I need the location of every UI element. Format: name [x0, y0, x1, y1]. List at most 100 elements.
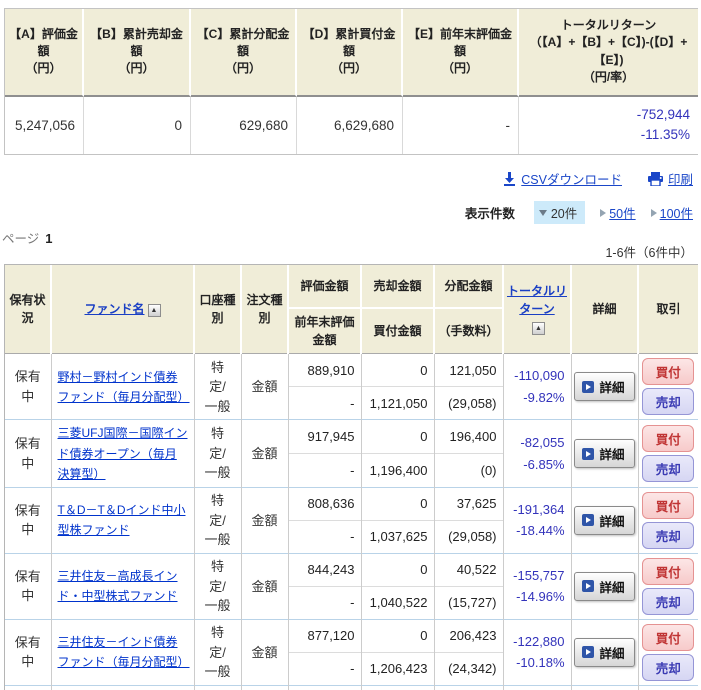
display-count-option-20[interactable]: 20件 — [533, 201, 586, 225]
arrow-right-icon — [600, 208, 607, 217]
order-type: 金額 — [241, 419, 289, 488]
buy-amount: 1,040,522 — [361, 585, 435, 620]
buy-amount: 1,037,625 — [361, 519, 435, 554]
header-order-type: 注文種別 — [241, 265, 289, 355]
detail-button[interactable]: 詳細 — [574, 372, 635, 402]
order-type: 金額 — [241, 486, 289, 554]
summary-table: 【A】評価金額 （円） 【B】累計売却金額 （円） 【C】累計分配金額 （円） 【D】… — [4, 8, 698, 156]
sell-amount: 0 — [361, 419, 435, 454]
detail-arrow-icon — [582, 514, 595, 527]
prev-year-eval-amount: - — [288, 386, 362, 420]
fund-name-cell: T＆D－T＆Dインド中小型株ファンド — [51, 486, 195, 554]
dist-amount: 40,522 — [434, 552, 504, 587]
eval-amount: 844,243 — [288, 552, 362, 587]
trade-cell: 買付 売却 — [638, 486, 698, 554]
funds-table: 保有状況 ファンド名 ▲ 口座種別 注文種別 評価金額 売却金額 分配金額 トータ… — [4, 264, 698, 690]
fund-name-cell: 三井住友－インド債券ファンド（毎月分配型） — [51, 618, 195, 686]
eval-amount: 877,120 — [288, 618, 362, 653]
fund-row: 保有中 イーストスプリ－イーストスプリング・インド消費関連ファンド 特定/一般 … — [5, 684, 698, 690]
fund-link[interactable]: 三井住友－高成長インド・中型株式ファンド — [58, 569, 178, 603]
fund-link[interactable]: T＆D－T＆Dインド中小型株ファンド — [58, 503, 186, 537]
summary-total-return-value: -752,944 -11.35% — [519, 96, 698, 155]
summary-header-c: 【C】累計分配金額 （円） — [191, 9, 297, 97]
account-type: 特定/一般 — [194, 618, 242, 686]
detail-arrow-icon — [582, 646, 595, 659]
header-buy-amount: 買付金額 — [361, 308, 435, 355]
order-type: 金額 — [241, 618, 289, 686]
sell-button[interactable]: 売却 — [642, 653, 695, 681]
fund-name-sort-link[interactable]: ファンド名 — [84, 302, 144, 316]
prev-year-eval-amount: - — [288, 519, 362, 554]
print-link[interactable]: 印刷 — [647, 169, 693, 188]
header-prev-year-eval: 前年末評価金額 — [288, 308, 362, 355]
detail-arrow-icon — [582, 580, 595, 593]
total-return-value: -82,055 -6.85% — [503, 419, 572, 488]
detail-arrow-icon — [582, 447, 595, 460]
prev-year-eval-amount: - — [288, 585, 362, 620]
sell-amount: 0 — [361, 353, 435, 387]
sell-button[interactable]: 売却 — [642, 455, 695, 483]
header-detail: 詳細 — [571, 265, 639, 355]
csv-download-link[interactable]: CSVダウンロード — [503, 169, 622, 188]
fund-link[interactable]: 野村－野村インド債券ファンド（毎月分配型） — [58, 370, 190, 404]
total-return-sort-link[interactable]: トータルリターン — [507, 284, 567, 316]
eval-amount: 808,636 — [288, 486, 362, 521]
sort-asc-icon[interactable]: ▲ — [532, 321, 545, 335]
dist-amount: 121,050 — [434, 353, 504, 387]
fund-row: 保有中 三井住友－高成長インド・中型株式ファンド 特定/一般 金額 844,24… — [5, 552, 698, 620]
dist-amount: 196,400 — [434, 419, 504, 454]
display-count-option-50[interactable]: 50件 — [600, 203, 636, 222]
detail-button[interactable]: 詳細 — [574, 505, 635, 535]
buy-amount: 1,206,423 — [361, 651, 435, 686]
buy-button[interactable]: 買付 — [642, 358, 695, 386]
display-count-option-100[interactable]: 100件 — [650, 203, 693, 222]
buy-button[interactable]: 買付 — [642, 491, 695, 519]
detail-cell: 詳細 — [571, 684, 639, 690]
fund-link[interactable]: 三菱UFJ国際－国際インド債券オープン（毎月決算型） — [58, 426, 188, 480]
toolbar: CSVダウンロード 印刷 — [0, 169, 693, 188]
summary-value-c: 629,680 — [191, 96, 297, 155]
summary-value-a: 5,247,056 — [5, 96, 84, 155]
sort-asc-icon[interactable]: ▲ — [147, 303, 161, 317]
display-count-label: 表示件数 — [464, 207, 515, 222]
holding-status: 保有中 — [5, 618, 52, 686]
buy-button[interactable]: 買付 — [642, 557, 695, 585]
header-account-type: 口座種別 — [194, 265, 242, 355]
sell-button[interactable]: 売却 — [642, 521, 695, 549]
header-sell-amount: 売却金額 — [361, 265, 435, 310]
page-number: 1 — [45, 231, 53, 247]
total-return-value: -191,364 -18.44% — [503, 486, 572, 554]
total-return-value: -122,880 -10.18% — [503, 618, 572, 686]
detail-button[interactable]: 詳細 — [574, 637, 635, 667]
sell-button[interactable]: 売却 — [642, 587, 695, 615]
fee-amount: (29,058) — [434, 386, 504, 420]
summary-header-total-return: トータルリターン （【A】+【B】+【C】)-(【D】+【E】) （円/率） — [519, 9, 698, 97]
printer-icon — [647, 171, 663, 186]
eval-amount: 917,945 — [288, 419, 362, 454]
order-type: 金額 — [241, 684, 289, 690]
csv-download-label: CSVダウンロード — [521, 173, 622, 188]
holding-status: 保有中 — [5, 552, 52, 620]
buy-button[interactable]: 買付 — [642, 425, 695, 453]
summary-value-row: 5,247,056 0 629,680 6,629,680 - -752,944… — [5, 96, 698, 155]
prev-year-eval-amount: - — [288, 651, 362, 686]
fund-name-cell: 三菱UFJ国際－国際インド債券オープン（毎月決算型） — [51, 419, 195, 488]
fee-amount: (29,058) — [434, 519, 504, 554]
fund-row: 保有中 T＆D－T＆Dインド中小型株ファンド 特定/一般 金額 808,636 … — [5, 486, 698, 554]
sell-button[interactable]: 売却 — [642, 388, 695, 416]
account-type: 特定/一般 — [194, 552, 242, 620]
trade-cell: 買付 売却 — [638, 552, 698, 620]
order-type: 金額 — [241, 353, 289, 420]
holding-status: 保有中 — [5, 353, 52, 420]
detail-button[interactable]: 詳細 — [574, 571, 635, 601]
fund-name-cell: イーストスプリ－イーストスプリング・インド消費関連ファンド — [51, 684, 195, 690]
header-eval-amount: 評価金額 — [288, 265, 362, 310]
detail-cell: 詳細 — [571, 486, 639, 554]
detail-button[interactable]: 詳細 — [574, 439, 635, 469]
summary-header-d: 【D】累計買付金額 （円） — [297, 9, 403, 97]
fund-link[interactable]: 三井住友－インド債券ファンド（毎月分配型） — [58, 635, 190, 669]
buy-button[interactable]: 買付 — [642, 623, 695, 651]
account-type: 特定/一般 — [194, 353, 242, 420]
trade-cell: 買付 売却 — [638, 618, 698, 686]
dist-amount: 206,423 — [434, 618, 504, 653]
